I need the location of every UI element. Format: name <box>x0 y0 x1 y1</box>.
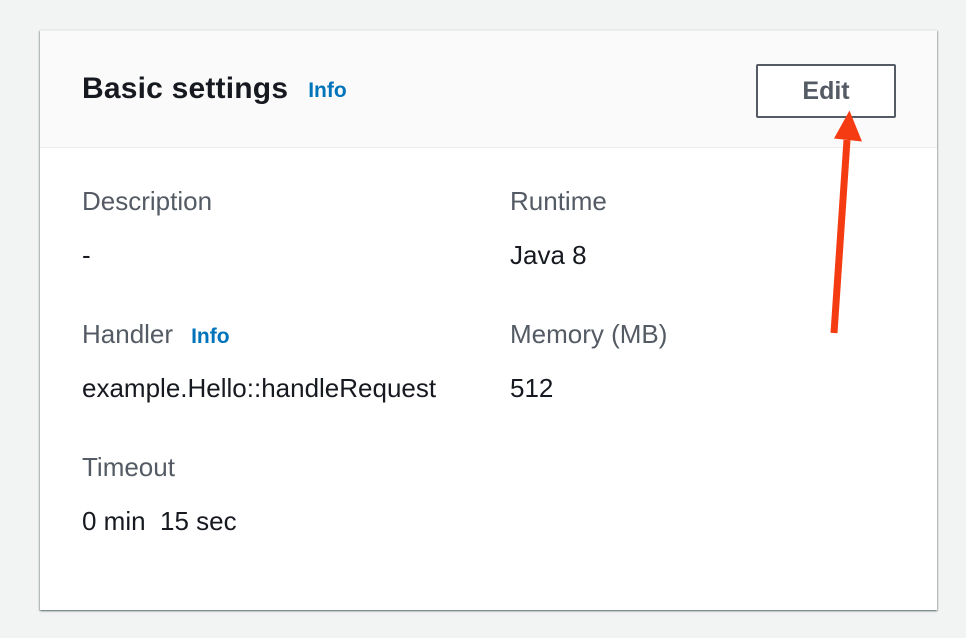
field-runtime: Runtime Java 8 <box>510 186 895 271</box>
fields-grid: Description - Runtime Java 8 Handler Inf… <box>82 186 895 585</box>
handler-label: Handler <box>82 319 173 350</box>
basic-settings-panel: Basic settings Info Edit Description - R… <box>40 30 937 610</box>
handler-value: example.Hello::handleRequest <box>82 373 510 404</box>
runtime-value: Java 8 <box>510 240 895 271</box>
field-empty <box>510 452 895 537</box>
memory-value: 512 <box>510 373 895 404</box>
timeout-value: 0 min 15 sec <box>82 506 510 537</box>
field-timeout: Timeout 0 min 15 sec <box>82 452 510 537</box>
panel-body: Description - Runtime Java 8 Handler Inf… <box>40 148 937 585</box>
description-value: - <box>82 240 510 271</box>
field-handler: Handler Info example.Hello::handleReques… <box>82 319 510 404</box>
timeout-label: Timeout <box>82 452 175 483</box>
panel-title: Basic settings <box>82 72 288 106</box>
field-description: Description - <box>82 186 510 271</box>
panel-header: Basic settings Info Edit <box>40 31 937 148</box>
field-memory: Memory (MB) 512 <box>510 319 895 404</box>
title-info-link[interactable]: Info <box>308 79 346 103</box>
runtime-label: Runtime <box>510 186 607 217</box>
memory-label: Memory (MB) <box>510 319 667 350</box>
description-label: Description <box>82 186 212 217</box>
handler-info-link[interactable]: Info <box>191 325 229 349</box>
edit-button[interactable]: Edit <box>756 64 896 118</box>
